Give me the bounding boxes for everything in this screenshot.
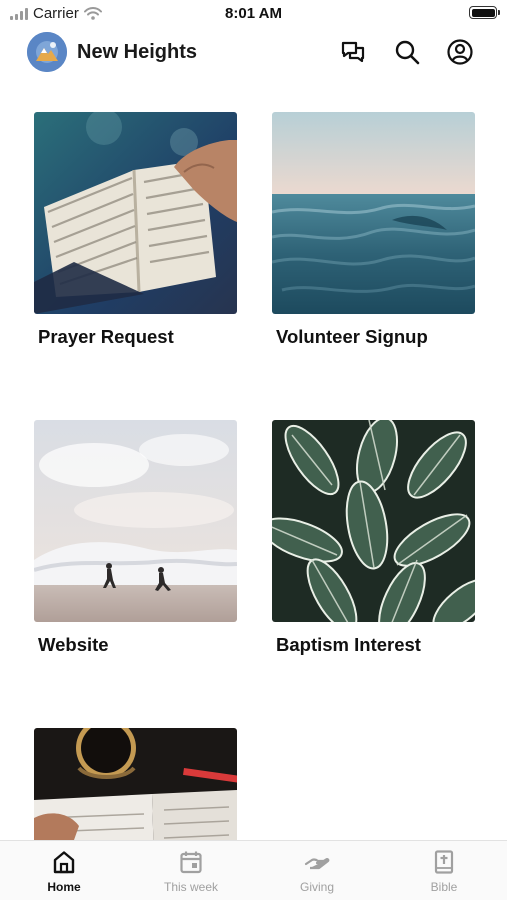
- tab-giving[interactable]: Giving: [262, 849, 372, 894]
- tile-prayer-request[interactable]: Prayer Request: [34, 112, 237, 348]
- tile-volunteer-signup[interactable]: Volunteer Signup: [272, 112, 475, 348]
- leaves-photo[interactable]: [272, 420, 475, 622]
- church-logo[interactable]: [27, 32, 67, 72]
- search-icon[interactable]: [393, 38, 421, 66]
- tab-bible[interactable]: Bible: [389, 849, 499, 894]
- ocean-waves-photo[interactable]: [272, 112, 475, 314]
- coffee-journal-photo[interactable]: [34, 728, 237, 840]
- tab-home[interactable]: Home: [9, 849, 119, 894]
- calendar-icon: [180, 851, 202, 874]
- tile-label: Website: [38, 634, 109, 655]
- tile-coffee-journal[interactable]: [34, 728, 237, 840]
- home-icon: [53, 851, 75, 874]
- mountain-logo-icon: [27, 32, 67, 72]
- beach-runners-photo[interactable]: [34, 420, 237, 622]
- bible-icon: [434, 850, 454, 874]
- giving-hand-icon: [304, 858, 330, 870]
- tab-label: Home: [47, 880, 81, 894]
- clock: 8:01 AM: [225, 5, 282, 22]
- open-bible-photo[interactable]: [34, 112, 237, 314]
- tab-label: This week: [163, 880, 219, 894]
- tile-label: Prayer Request: [38, 326, 174, 347]
- battery-icon: [469, 6, 500, 19]
- tile-label: Volunteer Signup: [276, 326, 428, 347]
- profile-icon[interactable]: [446, 38, 474, 66]
- tab-this-week[interactable]: This week: [136, 849, 246, 894]
- tab-label: Giving: [299, 880, 334, 894]
- tile-label: Baptism Interest: [276, 634, 421, 655]
- tile-baptism-interest[interactable]: Baptism Interest: [272, 420, 475, 656]
- app-header: New Heights: [0, 30, 507, 76]
- status-bar: Carrier 8:01 AM: [0, 0, 507, 28]
- tile-website[interactable]: Website: [34, 420, 237, 656]
- chat-icon[interactable]: [339, 38, 367, 66]
- tab-label: Bible: [430, 880, 458, 894]
- app-title: New Heights: [77, 41, 198, 63]
- bottom-tab-bar: Home This week Giving Bible: [0, 840, 507, 900]
